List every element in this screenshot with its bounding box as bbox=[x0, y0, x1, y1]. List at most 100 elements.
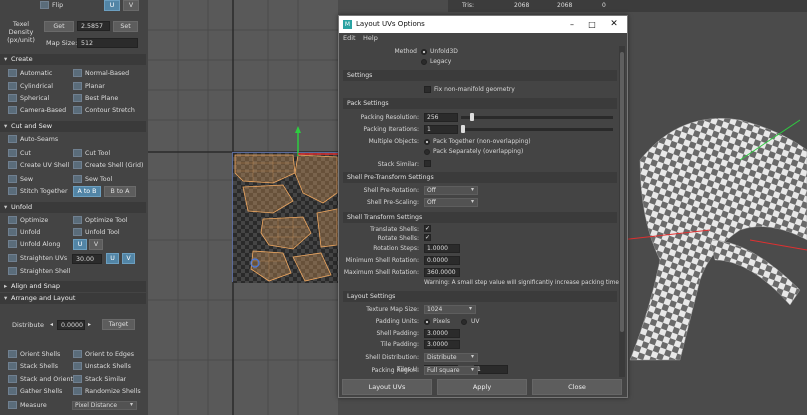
auto-seams-button[interactable]: Auto-Seams bbox=[8, 135, 58, 145]
create-uv-shell-button[interactable]: Create UV Shell bbox=[8, 161, 69, 171]
shell-pre-scaling-dropdown[interactable]: Off bbox=[424, 198, 478, 207]
shell-transform-section-header[interactable]: Shell Transform Settings bbox=[343, 212, 617, 223]
apply-button[interactable]: Apply bbox=[437, 379, 527, 395]
close-icon[interactable]: ✕ bbox=[607, 16, 621, 33]
pack-separately-radio[interactable] bbox=[424, 149, 430, 155]
layout-uvs-button[interactable]: Layout UVs bbox=[342, 379, 432, 395]
straighten-shell-button[interactable]: Straighten Shell bbox=[8, 267, 70, 277]
shell-pre-transform-section-header[interactable]: Shell Pre-Transform Settings bbox=[343, 172, 617, 183]
menu-edit[interactable]: Edit bbox=[343, 33, 356, 44]
texel-get-button[interactable]: Get bbox=[44, 21, 74, 32]
measure-button[interactable]: Measure bbox=[8, 401, 47, 411]
texel-set-button[interactable]: Set bbox=[113, 21, 138, 32]
arrange-layout-section-header[interactable]: ▾ Arrange and Layout bbox=[0, 293, 146, 304]
packing-iterations-field[interactable]: 1 bbox=[424, 125, 458, 134]
maximize-icon[interactable]: □ bbox=[585, 16, 599, 33]
move-manipulator-icon[interactable] bbox=[283, 126, 343, 156]
close-button[interactable]: Close bbox=[532, 379, 622, 395]
create-planar-button[interactable]: Planar bbox=[73, 82, 105, 92]
flip-v-button[interactable]: V bbox=[123, 0, 139, 11]
create-contour-stretch-button[interactable]: Contour Stretch bbox=[73, 106, 135, 116]
distribute-left-arrow-icon[interactable]: ◂ bbox=[50, 321, 53, 328]
cut-and-sew-section-header[interactable]: ▾ Cut and Sew bbox=[0, 121, 146, 132]
packing-region-dropdown[interactable]: Full square bbox=[424, 366, 478, 375]
uv-shells[interactable] bbox=[233, 153, 339, 283]
stitch-together-button[interactable]: Stitch Together bbox=[8, 187, 68, 197]
padding-pixels-radio[interactable] bbox=[424, 319, 430, 325]
gather-shells-button[interactable]: Gather Shells bbox=[8, 387, 62, 397]
stack-similar-button[interactable]: Stack Similar bbox=[73, 375, 126, 385]
straighten-uvs-button[interactable]: Straighten UVs bbox=[8, 254, 67, 264]
layout-settings-section-header[interactable]: Layout Settings bbox=[343, 291, 617, 302]
create-spherical-button[interactable]: Spherical bbox=[8, 94, 49, 104]
distribute-target-button[interactable]: Target bbox=[102, 319, 135, 330]
shell-distribution-dropdown[interactable]: Distribute bbox=[424, 353, 478, 362]
translate-shells-checkbox[interactable]: ✓ bbox=[424, 225, 431, 232]
uv-editor-grid[interactable] bbox=[148, 0, 341, 415]
packing-iterations-slider[interactable] bbox=[461, 128, 613, 131]
orient-shells-button[interactable]: Orient Shells bbox=[8, 350, 60, 360]
unfold-along-v-button[interactable]: V bbox=[89, 239, 103, 250]
stack-shells-button[interactable]: Stack Shells bbox=[8, 362, 58, 372]
flip-button[interactable]: Flip bbox=[40, 1, 63, 11]
optimize-tool-button[interactable]: Optimize Tool bbox=[73, 216, 127, 226]
fix-nonmanifold-checkbox[interactable] bbox=[424, 86, 431, 93]
method-legacy-radio[interactable] bbox=[421, 59, 427, 65]
tiles-v-field[interactable]: 1 bbox=[474, 365, 508, 374]
stack-and-orient-button[interactable]: Stack and Orient bbox=[8, 375, 73, 385]
checker-model-3d[interactable] bbox=[620, 90, 807, 370]
distribute-field[interactable]: 0.0000 bbox=[57, 320, 85, 330]
sew-button[interactable]: Sew bbox=[8, 175, 33, 185]
unfold-button[interactable]: Unfold bbox=[8, 228, 40, 238]
randomize-shells-button[interactable]: Randomize Shells bbox=[73, 387, 141, 397]
menu-help[interactable]: Help bbox=[363, 33, 378, 44]
settings-section-header[interactable]: Settings bbox=[343, 70, 617, 81]
rotation-steps-field[interactable]: 1.0000 bbox=[424, 244, 460, 253]
texture-map-size-dropdown[interactable]: 1024 bbox=[424, 305, 476, 314]
create-normal-based-button[interactable]: Normal-Based bbox=[73, 69, 129, 79]
straighten-angle-field[interactable]: 30.00 bbox=[72, 254, 102, 264]
cut-button[interactable]: Cut bbox=[8, 149, 31, 159]
create-shell-grid-button[interactable]: Create Shell (Grid) bbox=[73, 161, 143, 171]
dialog-title-bar[interactable]: M Layout UVs Options – □ ✕ bbox=[339, 16, 627, 33]
packing-resolution-slider[interactable] bbox=[461, 116, 613, 119]
straighten-v-button[interactable]: V bbox=[122, 253, 135, 264]
minimize-icon[interactable]: – bbox=[565, 16, 579, 33]
create-section-header[interactable]: ▾ Create bbox=[0, 54, 146, 65]
optimize-button[interactable]: Optimize bbox=[8, 216, 48, 226]
unfold-tool-button[interactable]: Unfold Tool bbox=[73, 228, 120, 238]
create-automatic-button[interactable]: Automatic bbox=[8, 69, 52, 79]
measure-mode-dropdown[interactable]: Pixel Distance bbox=[72, 401, 137, 410]
dialog-scrollbar-thumb[interactable] bbox=[620, 52, 624, 332]
texel-density-field[interactable]: 2.5857 bbox=[77, 21, 110, 31]
packing-iterations-slider-knob[interactable] bbox=[461, 125, 465, 133]
straighten-u-button[interactable]: U bbox=[106, 253, 119, 264]
sew-tool-button[interactable]: Sew Tool bbox=[73, 175, 112, 185]
pack-together-radio[interactable] bbox=[424, 139, 430, 145]
max-shell-rotation-field[interactable]: 360.0000 bbox=[424, 268, 460, 277]
flip-u-button[interactable]: U bbox=[104, 0, 120, 11]
align-and-snap-section-header[interactable]: ▸ Align and Snap bbox=[0, 281, 146, 292]
min-shell-rotation-field[interactable]: 0.0000 bbox=[424, 256, 460, 265]
unfold-along-button[interactable]: Unfold Along bbox=[8, 240, 60, 250]
stack-similar-checkbox[interactable] bbox=[424, 160, 431, 167]
rotate-shells-checkbox[interactable]: ✓ bbox=[424, 234, 431, 241]
unfold-section-header[interactable]: ▾ Unfold bbox=[0, 202, 146, 213]
cut-tool-button[interactable]: Cut Tool bbox=[73, 149, 110, 159]
create-camera-based-button[interactable]: Camera-Based bbox=[8, 106, 66, 116]
padding-uv-radio[interactable] bbox=[461, 319, 467, 325]
unstack-shells-button[interactable]: Unstack Shells bbox=[73, 362, 131, 372]
method-unfold3d-radio[interactable] bbox=[421, 49, 427, 55]
shell-padding-field[interactable]: 3.0000 bbox=[424, 329, 460, 338]
tile-padding-field[interactable]: 3.0000 bbox=[424, 340, 460, 349]
packing-resolution-slider-knob[interactable] bbox=[470, 113, 474, 121]
create-best-plane-button[interactable]: Best Plane bbox=[73, 94, 118, 104]
packing-resolution-field[interactable]: 256 bbox=[424, 113, 458, 122]
shell-pre-rotation-dropdown[interactable]: Off bbox=[424, 186, 478, 195]
unfold-along-u-button[interactable]: U bbox=[73, 239, 87, 250]
b-to-a-button[interactable]: B to A bbox=[104, 186, 136, 197]
a-to-b-button[interactable]: A to B bbox=[73, 186, 101, 197]
orient-to-edges-button[interactable]: Orient to Edges bbox=[73, 350, 134, 360]
map-size-field[interactable]: 512 bbox=[77, 38, 138, 48]
dialog-scrollbar[interactable] bbox=[619, 46, 625, 377]
